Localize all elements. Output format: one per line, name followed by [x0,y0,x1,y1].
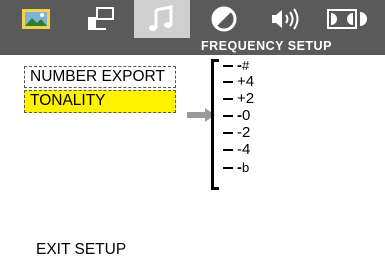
tab-speaker[interactable] [258,0,314,38]
scale-option-minus2[interactable]: -2 [223,125,250,141]
music-note-icon [147,5,177,33]
menu-item-tonality[interactable]: TONALITY [24,90,176,113]
scale-option-zero[interactable]: -0 [223,108,250,124]
tonality-scale[interactable]: -# +4 +2 -0 -2 -4 -b [211,58,267,194]
tab-contrast[interactable] [196,0,252,38]
tab-audio[interactable] [134,0,190,38]
section-header: FREQUENCY SETUP [0,38,385,55]
scale-option-plus2[interactable]: +2 [223,91,254,107]
scale-option-sharp[interactable]: -# [223,58,249,74]
menu-item-number-export[interactable]: NUMBER EXPORT [24,66,176,88]
dolby-icon [326,6,370,32]
scale-option-flat[interactable]: -b [223,160,249,176]
scale-option-plus4[interactable]: +4 [223,74,254,90]
setup-icon [85,6,115,32]
tab-setup[interactable] [72,0,128,38]
speaker-icon [269,6,303,32]
tab-bar [0,0,385,38]
contrast-icon [210,5,238,33]
tab-picture[interactable] [8,0,64,38]
page-title: FREQUENCY SETUP [201,39,332,53]
picture-icon [21,7,51,31]
tab-dolby[interactable] [320,0,376,38]
exit-setup-button[interactable]: EXIT SETUP [36,241,126,259]
scale-option-minus4[interactable]: -4 [223,142,250,158]
